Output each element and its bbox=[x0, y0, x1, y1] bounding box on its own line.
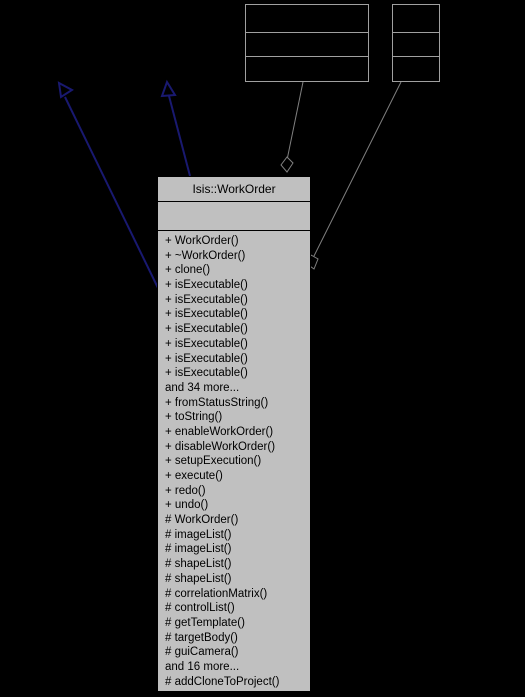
uml-diagram-canvas: Isis::WorkOrder + WorkOrder()+ ~WorkOrde… bbox=[0, 0, 525, 697]
stub-methods-compartment bbox=[246, 56, 368, 80]
class-method-row: + execute() bbox=[165, 470, 223, 482]
class-method-row: + ~WorkOrder() bbox=[165, 249, 246, 262]
members-truncated-note: and 34 more... bbox=[165, 381, 240, 394]
class-methods-compartment: + WorkOrder() + ~WorkOrder() + clone() + is… bbox=[158, 230, 310, 692]
class-title-compartment: Isis::WorkOrder bbox=[158, 177, 310, 201]
edge-inheritance-left bbox=[57, 81, 159, 289]
stub-class-node-narrow[interactable] bbox=[392, 4, 440, 82]
class-method-row: + isExecutable() bbox=[165, 323, 248, 336]
class-method-row: + isExecutable() bbox=[165, 367, 248, 380]
stub-methods-compartment bbox=[393, 56, 439, 80]
class-method-row: # shapeList() bbox=[165, 572, 232, 585]
class-method-row: # correlationMatrix() bbox=[165, 587, 268, 600]
class-method-row: # addCloneToProject() bbox=[165, 675, 280, 688]
class-method-row: # getTemplate() bbox=[165, 616, 245, 629]
class-method-row: # shapeList() bbox=[165, 558, 232, 571]
class-name-label: Isis::WorkOrder bbox=[192, 182, 276, 196]
edge-aggregation-top bbox=[280, 81, 304, 173]
class-method-row: # guiCamera() bbox=[165, 646, 239, 659]
class-method-row: + undo() bbox=[165, 499, 209, 512]
class-method-row: + toString() bbox=[165, 411, 223, 424]
class-method-row: + isExecutable() bbox=[165, 337, 248, 350]
class-method-row: + isExecutable() bbox=[165, 308, 248, 321]
class-method-row: + fromStatusString() bbox=[165, 396, 269, 409]
class-method-row: + disableWorkOrder() bbox=[165, 440, 276, 453]
stub-title-compartment bbox=[393, 5, 439, 32]
edge-inheritance-right bbox=[160, 79, 191, 177]
class-method-row: # imageList() bbox=[165, 528, 232, 541]
stub-title-compartment bbox=[246, 5, 368, 32]
class-method-row: # controlList() bbox=[165, 602, 235, 615]
class-node-isis-workorder[interactable]: Isis::WorkOrder + WorkOrder()+ ~WorkOrde… bbox=[157, 176, 311, 692]
edge-aggregation-right bbox=[306, 81, 402, 270]
class-method-row: + clone() bbox=[165, 264, 211, 277]
stub-attrs-compartment bbox=[246, 32, 368, 56]
class-method-row: # imageList() bbox=[165, 543, 232, 556]
class-method-row: + isExecutable() bbox=[165, 279, 248, 292]
members-truncated-note: and 16 more... bbox=[165, 660, 240, 673]
class-method-row: + enableWorkOrder() bbox=[165, 425, 274, 438]
class-method-row: # WorkOrder() bbox=[165, 514, 239, 527]
class-method-row: + redo() bbox=[165, 484, 206, 497]
class-attributes-compartment bbox=[158, 201, 310, 230]
class-method-row: + isExecutable() bbox=[165, 352, 248, 365]
stub-class-node-wide[interactable] bbox=[245, 4, 369, 82]
class-method-row: + WorkOrder() bbox=[165, 235, 239, 247]
class-method-row: + setupExecution() bbox=[165, 455, 262, 468]
stub-attrs-compartment bbox=[393, 32, 439, 56]
class-method-row: # targetBody() bbox=[165, 631, 238, 644]
class-method-row: + isExecutable() bbox=[165, 293, 248, 306]
